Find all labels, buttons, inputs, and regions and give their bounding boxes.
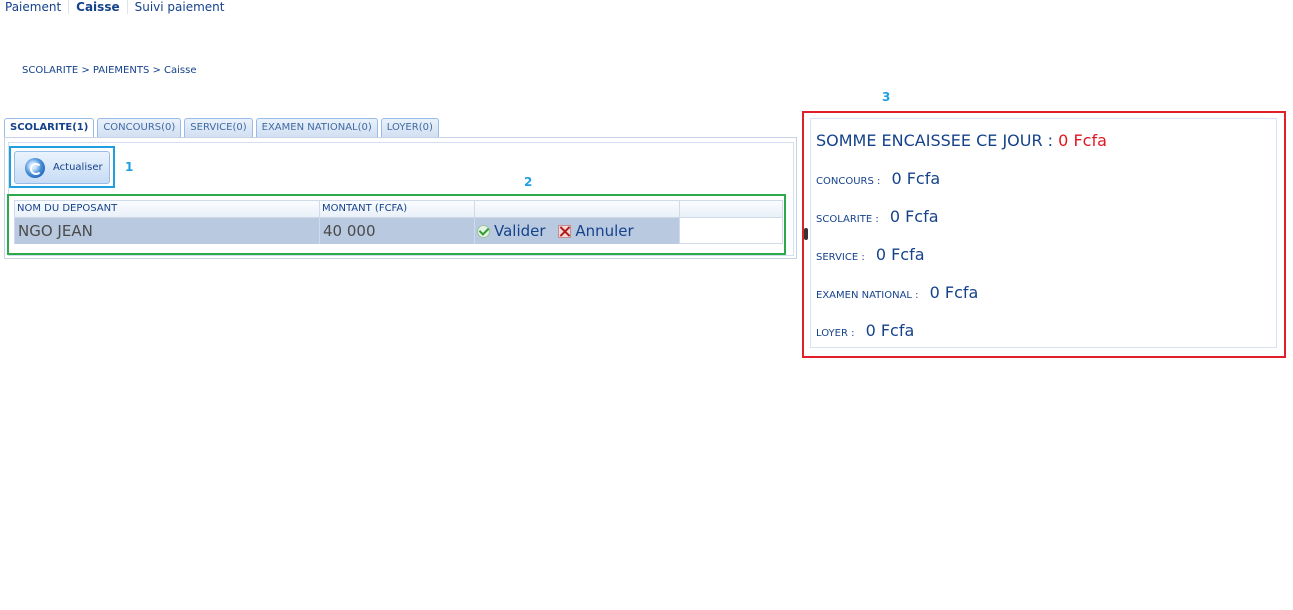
tab-service[interactable]: SERVICE(0) bbox=[184, 118, 253, 137]
nav-caisse[interactable]: Caisse bbox=[76, 0, 119, 14]
tab-loyer[interactable]: LOYER(0) bbox=[380, 118, 439, 137]
nav-paiement[interactable]: Paiement bbox=[5, 0, 61, 14]
top-nav: Paiement Caisse Suivi paiement bbox=[5, 0, 225, 14]
annotation-number-1: 1 bbox=[125, 160, 134, 174]
annotation-box-2 bbox=[7, 194, 786, 255]
tab-concours[interactable]: CONCOURS(0) bbox=[97, 118, 182, 137]
nav-suivi-paiement[interactable]: Suivi paiement bbox=[135, 0, 225, 14]
annotation-number-2: 2 bbox=[524, 175, 533, 189]
annotation-box-3 bbox=[802, 111, 1286, 358]
tab-bar: SCOLARITE(1) CONCOURS(0) SERVICE(0) EXAM… bbox=[4, 118, 442, 138]
annotation-number-3: 3 bbox=[882, 90, 891, 104]
tab-examen-national[interactable]: EXAMEN NATIONAL(0) bbox=[255, 118, 378, 137]
nav-separator bbox=[126, 0, 128, 14]
tab-scolarite[interactable]: SCOLARITE(1) bbox=[4, 118, 95, 138]
nav-separator bbox=[68, 0, 70, 14]
breadcrumb: SCOLARITE > PAIEMENTS > Caisse bbox=[22, 65, 197, 76]
annotation-box-1 bbox=[9, 146, 115, 188]
